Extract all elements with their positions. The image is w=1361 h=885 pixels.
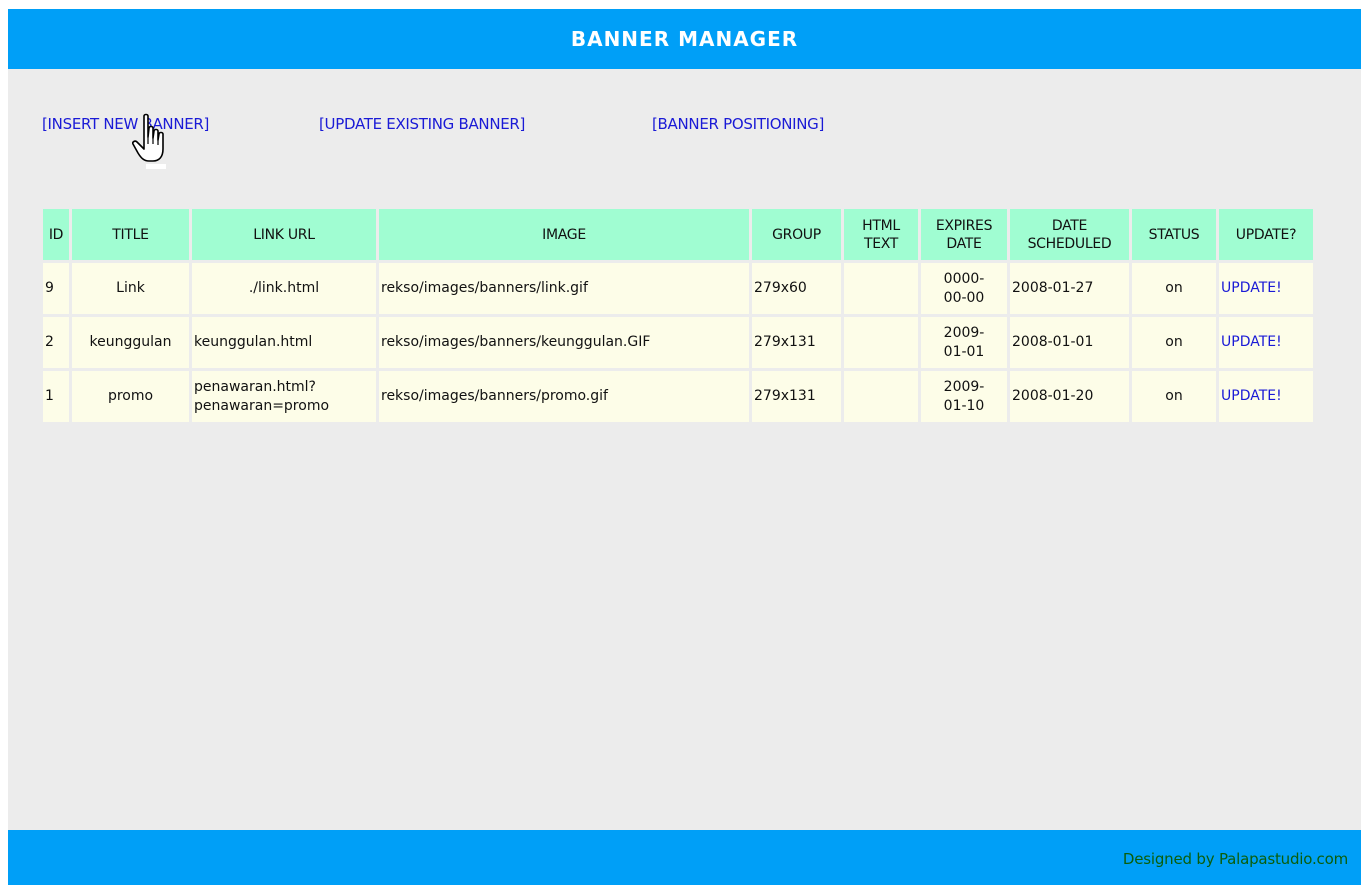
cell-image: rekso/images/banners/promo.gif	[379, 371, 749, 422]
page-frame: BANNER MANAGER [INSERT NEW BANNER] [UPDA…	[8, 9, 1361, 885]
cell-status: on	[1132, 317, 1216, 368]
cell-link-url: ./link.html	[192, 263, 376, 314]
cell-date-scheduled: 2008-01-27	[1010, 263, 1129, 314]
cell-update: UPDATE!	[1219, 371, 1313, 422]
update-link[interactable]: UPDATE!	[1221, 388, 1282, 404]
cell-html-text	[844, 263, 918, 314]
table-header-row: ID TITLE LINK URL IMAGE GROUP HTML TEXT E…	[43, 209, 1313, 260]
cell-date-scheduled: 2008-01-20	[1010, 371, 1129, 422]
cell-expires-date: 2009- 01-10	[921, 371, 1007, 422]
col-expires-date: EXPIRES DATE	[921, 209, 1007, 260]
header-bar: BANNER MANAGER	[8, 9, 1361, 69]
cell-expires-date: 0000- 00-00	[921, 263, 1007, 314]
table-row: 9 Link ./link.html rekso/images/banners/…	[43, 263, 1313, 314]
update-existing-banner-link[interactable]: [UPDATE EXISTING BANNER]	[319, 115, 525, 133]
cell-update: UPDATE!	[1219, 263, 1313, 314]
cell-html-text	[844, 317, 918, 368]
cell-title: keunggulan	[72, 317, 189, 368]
cell-image: rekso/images/banners/keunggulan.GIF	[379, 317, 749, 368]
col-group: GROUP	[752, 209, 841, 260]
banner-positioning-link[interactable]: [BANNER POSITIONING]	[652, 115, 824, 133]
cell-status: on	[1132, 263, 1216, 314]
cell-id: 1	[43, 371, 69, 422]
col-image: IMAGE	[379, 209, 749, 260]
cell-group: 279x131	[752, 317, 841, 368]
cell-group: 279x131	[752, 371, 841, 422]
banner-table: ID TITLE LINK URL IMAGE GROUP HTML TEXT E…	[40, 206, 1316, 425]
cell-html-text	[844, 371, 918, 422]
footer-bar: Designed by Palapastudio.com	[8, 830, 1361, 885]
col-update: UPDATE?	[1219, 209, 1313, 260]
cell-status: on	[1132, 371, 1216, 422]
cell-title: promo	[72, 371, 189, 422]
cell-id: 9	[43, 263, 69, 314]
cell-image: rekso/images/banners/link.gif	[379, 263, 749, 314]
cell-group: 279x60	[752, 263, 841, 314]
table-row: 2 keunggulan keunggulan.html rekso/image…	[43, 317, 1313, 368]
cell-expires-date: 2009- 01-01	[921, 317, 1007, 368]
col-status: STATUS	[1132, 209, 1216, 260]
col-id: ID	[43, 209, 69, 260]
hand-pointer-icon	[132, 113, 166, 169]
cell-id: 2	[43, 317, 69, 368]
cell-update: UPDATE!	[1219, 317, 1313, 368]
col-link-url: LINK URL	[192, 209, 376, 260]
table-row: 1 promo penawaran.html? penawaran=promo r…	[43, 371, 1313, 422]
cell-title: Link	[72, 263, 189, 314]
page-title: BANNER MANAGER	[570, 27, 799, 51]
col-html-text: HTML TEXT	[844, 209, 918, 260]
cell-link-url: keunggulan.html	[192, 317, 376, 368]
footer-credit: Designed by Palapastudio.com	[1122, 850, 1348, 868]
cell-link-url: penawaran.html? penawaran=promo	[192, 371, 376, 422]
update-link[interactable]: UPDATE!	[1221, 334, 1282, 350]
cell-date-scheduled: 2008-01-01	[1010, 317, 1129, 368]
update-link[interactable]: UPDATE!	[1221, 280, 1282, 296]
col-date-scheduled: DATE SCHEDULED	[1010, 209, 1129, 260]
insert-new-banner-link[interactable]: [INSERT NEW BANNER]	[42, 115, 209, 133]
col-title: TITLE	[72, 209, 189, 260]
